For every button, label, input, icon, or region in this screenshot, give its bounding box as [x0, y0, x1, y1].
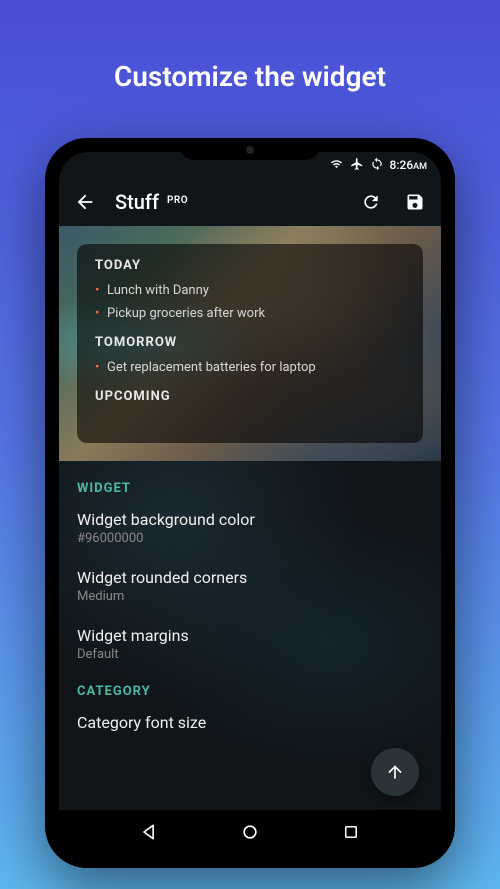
settings-area[interactable]: WIDGET Widget background color #96000000…	[59, 461, 441, 764]
widget-preview-area: TODAY Lunch with Danny Pickup groceries …	[59, 226, 441, 461]
back-button[interactable]	[71, 188, 99, 216]
refresh-button[interactable]	[357, 188, 385, 216]
status-time: 8:26AM	[390, 158, 427, 172]
setting-title: Category font size	[77, 713, 423, 732]
phone-screen: 8:26AM Stuff PRO	[59, 152, 441, 854]
nav-back-button[interactable]	[134, 817, 164, 847]
nav-bar	[59, 810, 441, 854]
save-button[interactable]	[401, 188, 429, 216]
app-title-container: Stuff PRO	[115, 190, 188, 214]
app-title: Stuff	[115, 190, 159, 214]
phone-notch	[180, 138, 320, 160]
widget-item: Lunch with Danny	[95, 279, 405, 302]
setting-title: Widget rounded corners	[77, 568, 423, 587]
settings-header-widget: WIDGET	[77, 481, 423, 496]
setting-widget-rounded-corners[interactable]: Widget rounded corners Medium	[77, 568, 423, 604]
widget-section-tomorrow-title: TOMORROW	[95, 335, 405, 350]
widget-preview-card: TODAY Lunch with Danny Pickup groceries …	[77, 244, 423, 443]
phone-frame: 8:26AM Stuff PRO	[45, 138, 455, 868]
widget-section-today-title: TODAY	[95, 258, 405, 273]
scroll-top-fab[interactable]	[371, 748, 419, 796]
nav-home-button[interactable]	[235, 817, 265, 847]
setting-value: #96000000	[77, 531, 423, 546]
setting-category-font-size[interactable]: Category font size	[77, 713, 423, 732]
setting-title: Widget margins	[77, 626, 423, 645]
airplane-icon	[350, 157, 364, 174]
setting-value: Default	[77, 647, 423, 662]
app-bar: Stuff PRO	[59, 178, 441, 226]
settings-header-category: CATEGORY	[77, 684, 423, 699]
widget-item: Get replacement batteries for laptop	[95, 356, 405, 379]
setting-title: Widget background color	[77, 510, 423, 529]
wifi-icon	[329, 158, 344, 173]
widget-item: Pickup groceries after work	[95, 302, 405, 325]
promo-background: Customize the widget 8:26AM	[0, 0, 500, 889]
widget-section-upcoming-title: UPCOMING	[95, 389, 405, 404]
setting-widget-margins[interactable]: Widget margins Default	[77, 626, 423, 662]
nav-recent-button[interactable]	[336, 817, 366, 847]
promo-title: Customize the widget	[114, 60, 386, 93]
content-area: TODAY Lunch with Danny Pickup groceries …	[59, 226, 441, 810]
setting-value: Medium	[77, 589, 423, 604]
setting-widget-background-color[interactable]: Widget background color #96000000	[77, 510, 423, 546]
sync-icon	[370, 157, 384, 174]
app-pro-badge: PRO	[167, 195, 188, 206]
